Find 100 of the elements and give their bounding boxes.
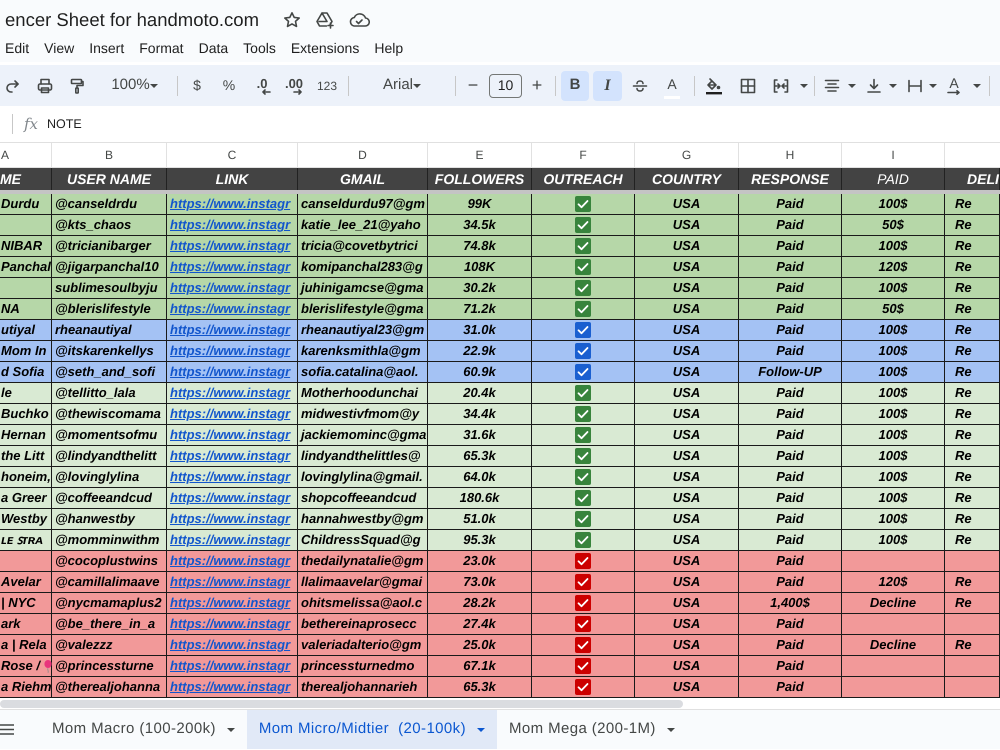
redo-icon[interactable] xyxy=(5,78,21,94)
link[interactable]: https://www.instagr xyxy=(170,362,290,382)
wrap-icon xyxy=(907,78,923,94)
checkbox[interactable] xyxy=(575,658,591,674)
checkbox[interactable] xyxy=(575,532,591,548)
cloud-check-icon[interactable] xyxy=(348,12,370,28)
decrease-decimal-button[interactable]: .0 xyxy=(250,72,274,98)
column-header: COUNTRY xyxy=(652,170,721,188)
checkbox[interactable] xyxy=(575,280,591,296)
link[interactable]: https://www.instagr xyxy=(170,488,290,508)
link[interactable]: https://www.instagr xyxy=(170,446,290,466)
table-cell-text: Rose / xyxy=(1,657,40,676)
link[interactable]: https://www.instagr xyxy=(170,509,290,529)
checkbox[interactable] xyxy=(575,406,591,422)
formula-value[interactable]: NOTE xyxy=(47,114,82,134)
arrow-down-to-line-icon xyxy=(866,78,882,94)
link[interactable]: https://www.instagr xyxy=(170,194,290,214)
arrow-left-icon xyxy=(262,88,270,94)
drive-icon[interactable] xyxy=(315,11,336,29)
checkbox[interactable] xyxy=(575,364,591,380)
checkbox[interactable] xyxy=(575,490,591,506)
increase-decimal-button[interactable]: .00 xyxy=(282,72,306,98)
paint-format-icon[interactable] xyxy=(69,78,85,94)
checkbox[interactable] xyxy=(575,469,591,485)
percent-format-button[interactable]: % xyxy=(219,72,239,98)
currency-format-button[interactable]: $ xyxy=(187,72,207,98)
menu-item[interactable]: Help xyxy=(374,41,404,55)
function-symbol: fx xyxy=(24,114,38,135)
fill-color-icon[interactable] xyxy=(705,76,723,94)
column-header: RESPONSE xyxy=(751,170,829,188)
link[interactable]: https://www.instagr xyxy=(170,425,290,445)
print-icon[interactable] xyxy=(37,78,53,94)
menu-item[interactable]: Tools xyxy=(243,41,276,55)
checkbox[interactable] xyxy=(575,553,591,569)
star-icon[interactable] xyxy=(283,11,302,29)
decrease-font-size-button[interactable]: − xyxy=(465,72,481,98)
link[interactable]: https://www.instagr xyxy=(170,383,290,403)
checkbox[interactable] xyxy=(575,637,591,653)
merge-icon xyxy=(773,78,789,94)
link[interactable]: https://www.instagr xyxy=(170,278,290,298)
link[interactable]: https://www.instagr xyxy=(170,257,290,277)
document-title[interactable]: encer Sheet for handmoto.com xyxy=(5,6,260,34)
link[interactable]: https://www.instagr xyxy=(170,320,290,340)
menu-item[interactable]: View xyxy=(44,41,74,55)
menu-item[interactable]: Extensions xyxy=(290,41,360,55)
caret-icon xyxy=(848,84,856,88)
link[interactable]: https://www.instagr xyxy=(170,404,290,424)
strikethrough-icon[interactable] xyxy=(632,78,648,94)
checkbox[interactable] xyxy=(575,427,591,443)
column-header: ME xyxy=(0,170,21,188)
column-header: FOLLOWERS xyxy=(434,170,524,188)
menu-item[interactable]: Insert xyxy=(89,41,124,55)
increase-font-size-button[interactable]: + xyxy=(529,72,545,98)
checkbox[interactable] xyxy=(575,343,591,359)
caret-icon xyxy=(666,728,675,732)
italic-button[interactable]: I xyxy=(593,70,622,100)
zoom-dropdown[interactable]: 100% xyxy=(97,72,169,98)
menu-item[interactable]: Data xyxy=(198,41,228,55)
caret-icon xyxy=(889,84,897,88)
number-format-button[interactable]: 123 xyxy=(314,72,340,98)
scrollbar-thumb[interactable] xyxy=(0,700,683,708)
borders-icon[interactable] xyxy=(740,78,756,94)
menu-item[interactable]: Edit xyxy=(5,41,30,55)
checkbox[interactable] xyxy=(575,385,591,401)
checkbox[interactable] xyxy=(575,511,591,527)
caret-icon xyxy=(973,84,981,88)
checkbox[interactable] xyxy=(575,595,591,611)
caret-icon xyxy=(476,728,485,732)
checkbox[interactable] xyxy=(575,217,591,233)
checkbox[interactable] xyxy=(575,448,591,464)
link[interactable]: https://www.instagr xyxy=(170,236,290,256)
font-size-field[interactable]: 10 xyxy=(489,74,522,98)
sheet-tab[interactable]: Mom Micro/Midtier (20-100k) xyxy=(246,710,497,749)
caret-icon xyxy=(929,84,937,88)
link[interactable]: https://www.instagr xyxy=(170,299,290,319)
link[interactable]: https://www.instagr xyxy=(170,341,290,361)
column-header: OUTREACH xyxy=(543,170,623,188)
sheet-tab[interactable]: Mom Macro (100-200k) xyxy=(40,710,247,749)
link[interactable]: https://www.instagr xyxy=(170,215,290,235)
arrow-right-icon xyxy=(947,90,961,95)
align-center-icon xyxy=(824,78,840,94)
link[interactable]: https://www.instagr xyxy=(170,530,290,550)
checkbox[interactable] xyxy=(575,196,591,212)
checkbox[interactable] xyxy=(575,679,591,695)
text-color-button[interactable]: A xyxy=(664,72,680,98)
menu-item[interactable]: Format xyxy=(139,41,184,55)
checkbox[interactable] xyxy=(575,322,591,338)
checkbox[interactable] xyxy=(575,238,591,254)
link[interactable]: https://www.instagr xyxy=(170,467,290,487)
sheet-tab[interactable]: Mom Mega (200-1M) xyxy=(496,710,687,749)
text-rotation-dropdown[interactable]: A xyxy=(947,72,981,98)
checkbox[interactable] xyxy=(575,301,591,317)
checkbox[interactable] xyxy=(575,616,591,632)
checkbox[interactable] xyxy=(575,574,591,590)
checkbox[interactable] xyxy=(575,259,591,275)
font-dropdown[interactable]: Arial xyxy=(358,72,444,98)
menu-icon[interactable] xyxy=(0,724,14,735)
caret-icon xyxy=(226,728,235,732)
bold-button[interactable]: B xyxy=(561,70,589,100)
caret-icon xyxy=(413,84,421,88)
